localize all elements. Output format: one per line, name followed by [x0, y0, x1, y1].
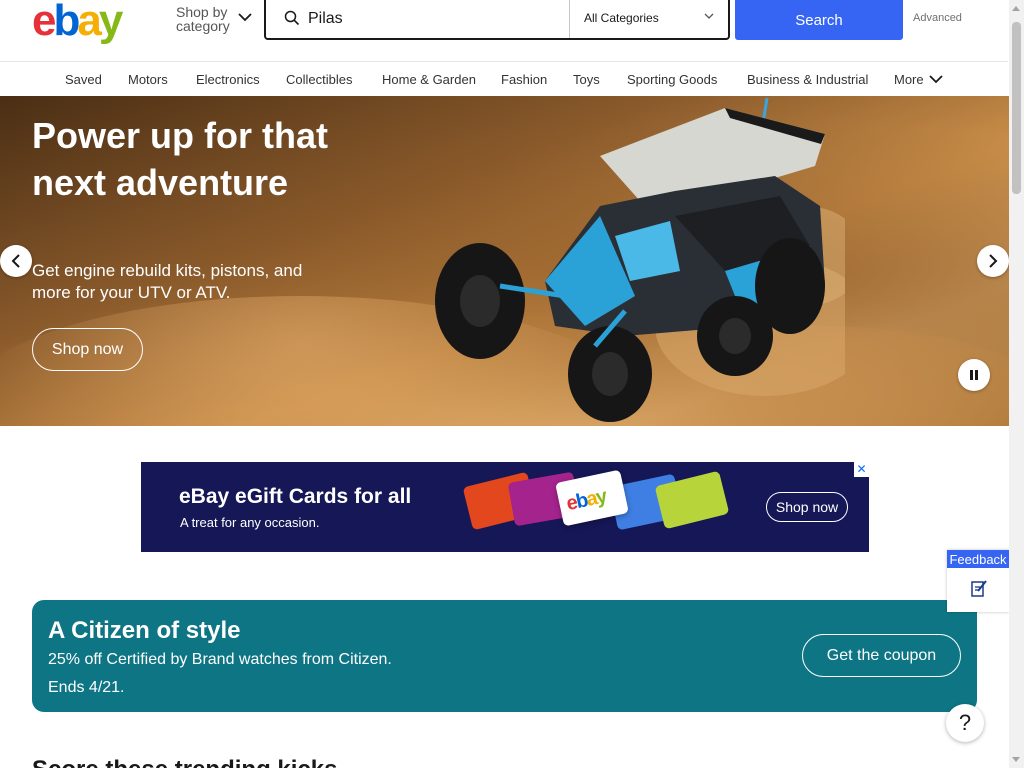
- chevron-down-icon: [929, 75, 943, 84]
- svg-text:ebay: ebay: [564, 485, 610, 515]
- nav-item-electronics[interactable]: Electronics: [196, 72, 260, 87]
- nav-item-more[interactable]: More: [894, 72, 924, 87]
- feedback-label: Feedback: [947, 550, 1009, 568]
- scrollbar-thumb[interactable]: [1012, 22, 1021, 194]
- nav-item-fashion[interactable]: Fashion: [501, 72, 547, 87]
- chevron-down-icon: [704, 13, 714, 19]
- search-button[interactable]: Search: [735, 0, 903, 40]
- feedback-edit-icon: [971, 580, 987, 597]
- header: ebay Shop by category All Categories Sea…: [0, 0, 1008, 61]
- egift-card-ad[interactable]: eBay eGift Cards for all A treat for any…: [141, 462, 869, 552]
- trending-section-heading: Score these trending kicks: [32, 756, 337, 768]
- search-icon: [284, 10, 300, 26]
- ad-subtitle: A treat for any occasion.: [180, 515, 320, 530]
- category-nav: Saved Motors Electronics Collectibles Ho…: [0, 61, 1008, 96]
- help-button[interactable]: ?: [946, 704, 984, 742]
- carousel-next-button[interactable]: [977, 245, 1009, 277]
- nav-item-collectibles[interactable]: Collectibles: [286, 72, 352, 87]
- nav-item-saved[interactable]: Saved: [65, 72, 102, 87]
- nav-item-home-garden[interactable]: Home & Garden: [382, 72, 476, 87]
- ad-title: eBay eGift Cards for all: [179, 485, 412, 508]
- ad-close-icon[interactable]: ✕: [854, 462, 869, 477]
- carousel-prev-button[interactable]: [0, 245, 32, 277]
- feedback-widget[interactable]: Feedback: [947, 550, 1009, 612]
- svg-text:ebay: ebay: [32, 0, 124, 44]
- category-select[interactable]: All Categories: [584, 11, 659, 25]
- get-coupon-button[interactable]: Get the coupon: [802, 634, 961, 677]
- ebay-logo[interactable]: ebay: [32, 0, 150, 44]
- scroll-down-icon[interactable]: [1012, 757, 1020, 762]
- hero-carousel: Power up for that next adventure Get eng…: [0, 96, 1009, 426]
- promo-title: A Citizen of style: [48, 617, 241, 644]
- search-bar: All Categories: [264, 0, 730, 40]
- citizen-promo-banner: A Citizen of style 25% off Certified by …: [32, 600, 977, 712]
- ad-shop-now-button[interactable]: Shop now: [766, 492, 848, 522]
- chevron-right-icon: [989, 254, 998, 268]
- category-divider: [569, 0, 570, 38]
- nav-item-sporting-goods[interactable]: Sporting Goods: [627, 72, 717, 87]
- nav-item-business-industrial[interactable]: Business & Industrial: [747, 72, 868, 87]
- scroll-up-icon[interactable]: [1012, 6, 1020, 11]
- chevron-left-icon: [11, 254, 20, 268]
- shop-by-category-button[interactable]: Shop by category: [176, 5, 256, 33]
- search-input[interactable]: [308, 8, 566, 30]
- nav-item-motors[interactable]: Motors: [128, 72, 168, 87]
- advanced-search-link[interactable]: Advanced: [913, 12, 962, 24]
- pause-icon: [970, 370, 978, 380]
- carousel-pause-button[interactable]: [958, 359, 990, 391]
- promo-description: 25% off Certified by Brand watches from …: [48, 651, 392, 668]
- utv-vehicle-image: [435, 97, 845, 422]
- hero-subtitle: Get engine rebuild kits, pistons, and mo…: [32, 261, 303, 302]
- nav-item-toys[interactable]: Toys: [573, 72, 600, 87]
- hero-shop-now-button[interactable]: Shop now: [32, 328, 143, 371]
- chevron-down-icon: [238, 13, 252, 22]
- promo-end-date: Ends 4/21.: [48, 679, 125, 696]
- hero-title: Power up for that next adventure: [32, 115, 328, 203]
- page-scrollbar[interactable]: [1009, 0, 1024, 768]
